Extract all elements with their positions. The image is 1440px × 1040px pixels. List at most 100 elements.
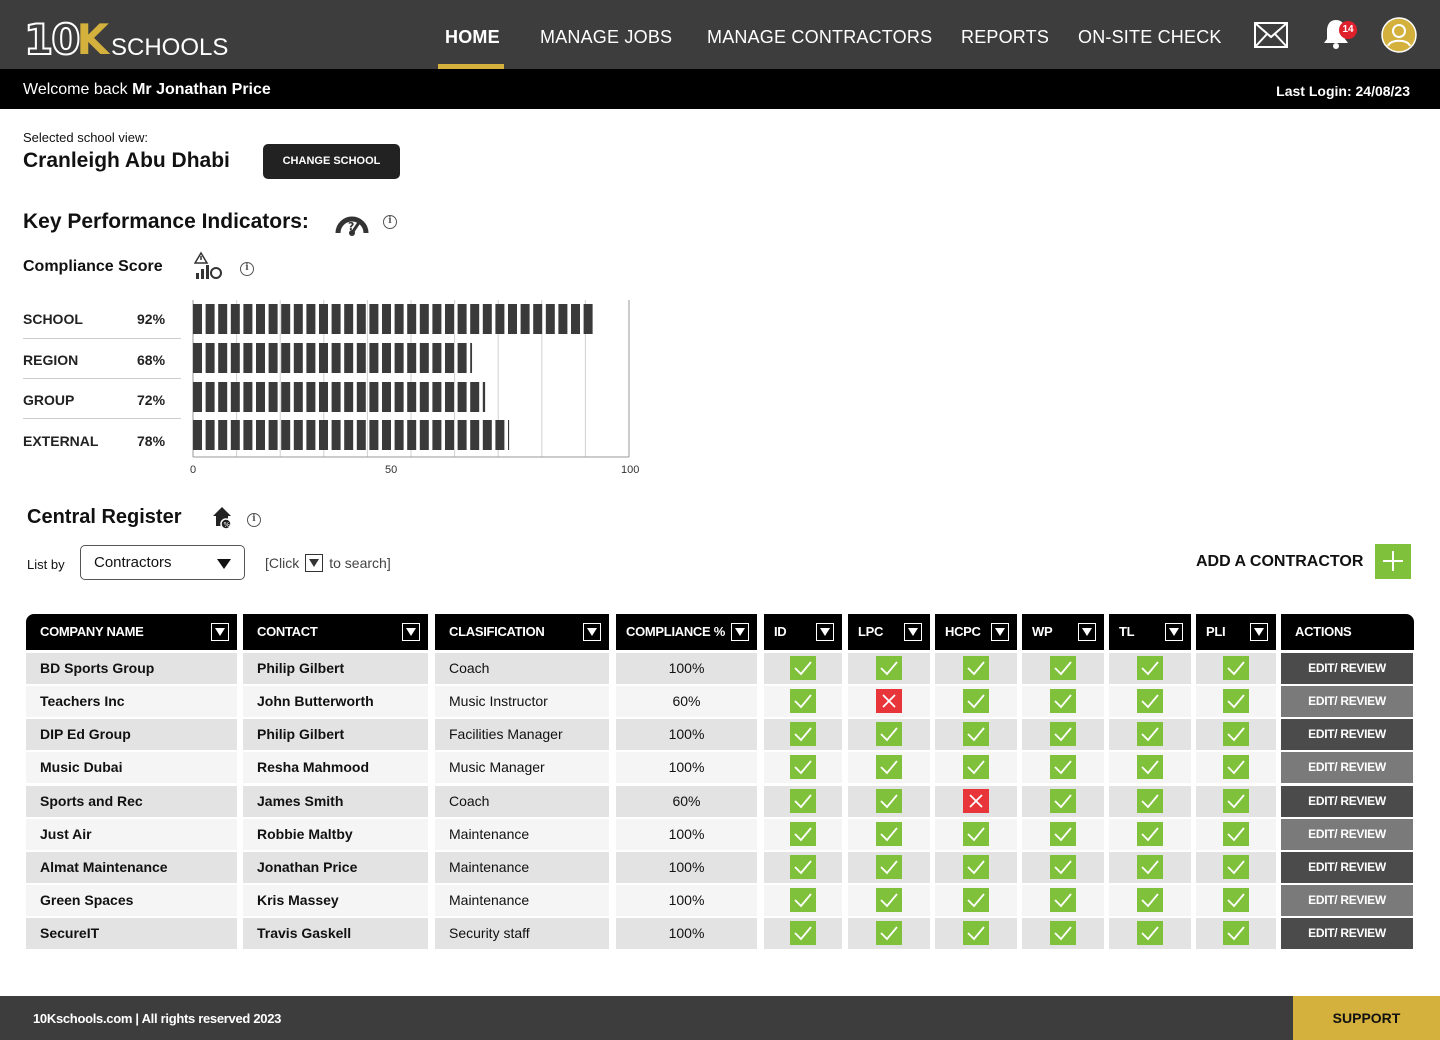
welcome-message: Welcome back Mr Jonathan Price [23, 81, 271, 99]
filter-dropdown-icon[interactable] [1078, 623, 1096, 641]
check-icon [790, 656, 816, 680]
check-icon [1137, 689, 1163, 713]
edit-review-button[interactable]: EDIT/ REVIEW [1281, 752, 1413, 783]
filter-dropdown-icon[interactable] [1250, 623, 1268, 641]
edit-review-button[interactable]: EDIT/ REVIEW [1281, 885, 1413, 916]
classification-cell: Security staff [435, 918, 609, 949]
list-by-label: List by [27, 557, 65, 572]
header-company-name[interactable]: COMPANY NAME [26, 614, 237, 650]
edit-review-button[interactable]: EDIT/ REVIEW [1281, 786, 1413, 817]
nav-on-site-check[interactable]: ON-SITE CHECK [1078, 27, 1222, 48]
filter-dropdown-icon[interactable] [1165, 623, 1183, 641]
user-name: Mr Jonathan Price [132, 81, 271, 98]
change-school-button[interactable]: CHANGE SCHOOL [263, 144, 400, 179]
nav-manage-contractors[interactable]: MANAGE CONTRACTORS [707, 27, 932, 48]
header-hcpc[interactable]: HCPC [935, 614, 1017, 650]
add-contractor-button[interactable] [1375, 544, 1411, 579]
filter-dropdown-icon[interactable] [991, 623, 1009, 641]
contact-cell: James Smith [243, 786, 428, 817]
header-contact[interactable]: CONTACT [243, 614, 428, 650]
filter-dropdown-icon[interactable] [402, 623, 420, 641]
edit-review-button[interactable]: EDIT/ REVIEW [1281, 918, 1413, 949]
check-icon [963, 855, 989, 879]
nav-manage-jobs[interactable]: MANAGE JOBS [540, 27, 672, 48]
filter-dropdown-icon[interactable] [211, 623, 229, 641]
register-info-icon[interactable]: i [247, 513, 261, 527]
check-icon [963, 656, 989, 680]
welcome-prefix: Welcome back [23, 81, 133, 98]
add-contractor-label[interactable]: ADD A CONTRACTOR [1196, 553, 1363, 571]
header-label: PLI [1206, 624, 1226, 639]
check-icon [963, 755, 989, 779]
check-icon [963, 822, 989, 846]
check-icon [1050, 855, 1076, 879]
check-icon [876, 855, 902, 879]
check-icon [876, 921, 902, 945]
edit-review-button[interactable]: EDIT/ REVIEW [1281, 686, 1413, 717]
edit-review-button[interactable]: EDIT/ REVIEW [1281, 852, 1413, 883]
edit-review-button[interactable]: EDIT/ REVIEW [1281, 819, 1413, 850]
support-button[interactable]: SUPPORT [1293, 996, 1440, 1040]
compliance-cell: 100% [616, 852, 757, 883]
header-lpc[interactable]: LPC [848, 614, 930, 650]
header-label: TL [1119, 624, 1135, 639]
x-tick-label: 50 [385, 464, 398, 476]
header-compliance[interactable]: COMPLIANCE % [616, 614, 757, 650]
filter-dropdown-icon[interactable] [904, 623, 922, 641]
header-pli[interactable]: PLI [1196, 614, 1276, 650]
filter-dropdown-icon[interactable] [731, 623, 749, 641]
contact-cell: Robbie Maltby [243, 819, 428, 850]
compliance-info-icon[interactable]: i [240, 262, 254, 276]
filter-dropdown-icon[interactable] [816, 623, 834, 641]
chart-row-divider [23, 378, 181, 379]
header-label: COMPLIANCE % [626, 624, 725, 639]
compliance-bar-chart [192, 300, 630, 458]
check-icon [963, 722, 989, 746]
edit-review-button[interactable]: EDIT/ REVIEW [1281, 719, 1413, 750]
header-wp[interactable]: WP [1022, 614, 1104, 650]
chart-value-label: 78% [137, 433, 166, 449]
classification-cell: Coach [435, 653, 609, 684]
classification-cell: Music Manager [435, 752, 609, 783]
compliance-cell: 100% [616, 653, 757, 684]
list-by-select[interactable]: Contractors [80, 545, 245, 580]
central-register-title: Central Register [27, 506, 182, 528]
check-icon [790, 755, 816, 779]
logo[interactable]: 10 K SCHOOLS [23, 15, 228, 64]
check-icon [876, 722, 902, 746]
classification-cell: Coach [435, 786, 609, 817]
check-icon [790, 822, 816, 846]
check-icon [790, 888, 816, 912]
company-cell: BD Sports Group [26, 653, 237, 684]
check-icon [963, 921, 989, 945]
contact-cell: John Butterworth [243, 686, 428, 717]
header-id[interactable]: ID [764, 614, 842, 650]
header-tl[interactable]: TL [1109, 614, 1191, 650]
logo-number: 10 [23, 15, 81, 64]
check-icon [1050, 921, 1076, 945]
classification-cell: Maintenance [435, 852, 609, 883]
company-cell: Music Dubai [26, 752, 237, 783]
nav-home[interactable]: HOME [445, 27, 500, 48]
kpi-info-icon[interactable]: i [383, 215, 397, 229]
filter-dropdown-icon[interactable] [583, 623, 601, 641]
header-classification[interactable]: CLASIFICATION [435, 614, 609, 650]
check-icon [1223, 689, 1249, 713]
check-icon [1223, 888, 1249, 912]
nav-reports[interactable]: REPORTS [961, 27, 1049, 48]
header-label: ID [774, 624, 787, 639]
user-avatar-icon[interactable] [1381, 17, 1417, 58]
dropdown-icon [305, 554, 324, 572]
compliance-cell: 100% [616, 885, 757, 916]
x-tick-label: 0 [190, 464, 197, 476]
edit-review-button[interactable]: EDIT/ REVIEW [1281, 653, 1413, 684]
bar-region [193, 343, 473, 373]
bar-group [193, 382, 486, 412]
check-icon [876, 789, 902, 813]
hint-post: to search] [329, 555, 391, 571]
header-label: COMPANY NAME [40, 624, 144, 639]
check-icon [1050, 689, 1076, 713]
check-icon [963, 888, 989, 912]
company-cell: SecureIT [26, 918, 237, 949]
mail-icon[interactable] [1254, 22, 1288, 53]
